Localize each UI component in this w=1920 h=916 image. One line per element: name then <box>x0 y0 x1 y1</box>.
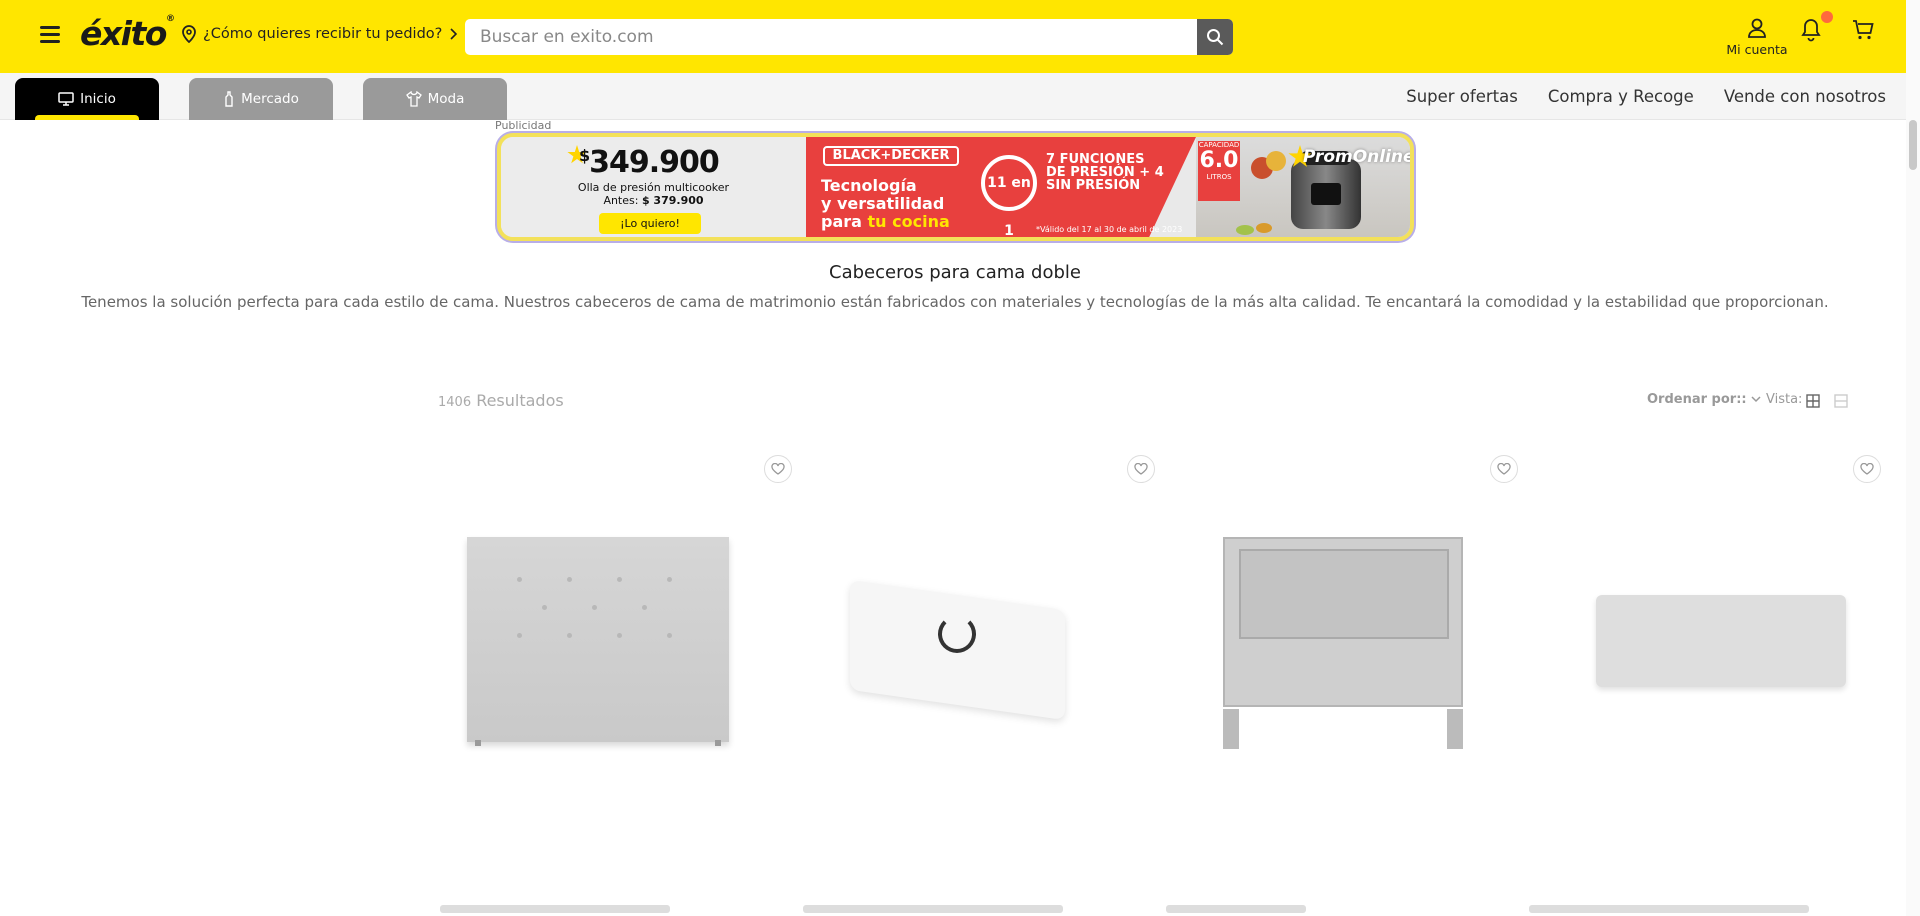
ad-price-panel: $349.900 Olla de presión multicooker Ant… <box>501 137 806 237</box>
headboard-image <box>467 537 729 746</box>
shirt-icon <box>405 91 422 107</box>
location-pin-icon <box>182 25 196 43</box>
menu-icon[interactable] <box>40 26 60 44</box>
favorite-heart-icon[interactable] <box>1853 455 1881 483</box>
product-name-placeholder <box>1529 905 1809 913</box>
notification-badge <box>1821 11 1833 23</box>
sort-dropdown[interactable]: Ordenar por:: <box>1647 392 1761 407</box>
link-compra-recoge[interactable]: Compra y Recoge <box>1548 87 1694 106</box>
ad-label: Publicidad <box>495 119 552 132</box>
product-name-placeholder <box>803 905 1063 913</box>
category-navbar: Inicio Mercado Moda Super ofertas Compra… <box>0 73 1906 120</box>
scrollbar-thumb[interactable] <box>1909 120 1917 170</box>
chevron-down-icon <box>1751 396 1761 403</box>
cart-icon <box>1853 20 1874 40</box>
ad-headline: Tecnología y versatilidad para tu cocina <box>821 176 950 231</box>
ad-product-name: Olla de presión multicooker <box>577 181 730 194</box>
favorite-heart-icon[interactable] <box>1490 455 1518 483</box>
search-bar <box>465 19 1233 55</box>
list-view-icon[interactable] <box>1834 393 1848 412</box>
search-icon <box>1207 29 1224 46</box>
top-header: éxito® ¿Cómo quieres recibir tu pedido? … <box>0 0 1906 73</box>
exito-logo[interactable]: éxito® <box>80 14 175 53</box>
link-vende-con-nosotros[interactable]: Vende con nosotros <box>1724 87 1886 106</box>
chevron-right-icon <box>450 28 458 40</box>
category-title: Cabeceros para cama doble <box>829 262 1081 283</box>
search-input[interactable] <box>480 19 1180 55</box>
search-button[interactable] <box>1197 19 1233 55</box>
ad-banner[interactable]: $349.900 Olla de presión multicooker Ant… <box>497 133 1414 241</box>
tab-mercado[interactable]: Mercado <box>189 78 333 120</box>
results-count: 1406 Resultados <box>438 391 564 410</box>
product-card[interactable] <box>1546 455 1891 785</box>
product-card[interactable] <box>820 455 1165 785</box>
pressure-cooker-image <box>1291 151 1361 229</box>
grid-view-icon[interactable] <box>1806 393 1820 412</box>
product-image[interactable] <box>820 495 1130 785</box>
product-image[interactable] <box>1183 495 1493 785</box>
tab-moda[interactable]: Moda <box>363 78 507 120</box>
tab-label: Moda <box>427 91 465 107</box>
sort-label: Ordenar por:: <box>1647 392 1747 407</box>
headboard-panel <box>1239 549 1449 639</box>
ad-price: $349.900 <box>579 145 720 180</box>
ad-capacity: CAPACIDAD 6.0 LITROS <box>1198 141 1240 201</box>
ad-promo-label: PromOnline <box>1303 147 1414 167</box>
bottle-icon <box>225 91 233 107</box>
loading-spinner-icon <box>938 615 976 653</box>
product-name-placeholder <box>440 905 670 913</box>
ad-cta-button[interactable]: ¡Lo quiero! <box>599 213 701 234</box>
ad-functions: 7 FUNCIONES DE PRESIÓN + 4 SIN PRESIÓN <box>1046 152 1164 193</box>
headboard-leg <box>1223 709 1239 749</box>
product-card[interactable] <box>457 455 802 785</box>
category-description: Tenemos la solución perfecta para cada e… <box>81 293 1829 311</box>
view-label: Vista: <box>1766 392 1803 407</box>
product-card[interactable] <box>1183 455 1528 785</box>
delivery-selector[interactable]: ¿Cómo quieres recibir tu pedido? <box>181 25 458 43</box>
tab-label: Mercado <box>241 91 299 107</box>
user-icon <box>1748 18 1766 38</box>
headboard-leg <box>1447 709 1463 749</box>
tab-label: Inicio <box>80 91 116 107</box>
link-super-ofertas[interactable]: Super ofertas <box>1406 87 1518 106</box>
account-button[interactable]: Mi cuenta <box>1720 17 1794 57</box>
nav-links: Super ofertas Compra y Recoge Vende con … <box>1406 87 1886 106</box>
fruit-image <box>1256 223 1272 233</box>
headboard-image <box>1596 595 1846 687</box>
ad-validity: *Válido del 17 al 30 de abril de 2023 <box>1036 225 1183 234</box>
logo-text: éxito <box>80 14 167 53</box>
cart-button[interactable] <box>1852 19 1874 45</box>
bell-icon <box>1801 19 1821 42</box>
product-image[interactable] <box>457 495 767 785</box>
notifications-button[interactable] <box>1800 18 1822 46</box>
monitor-icon <box>58 92 74 106</box>
ad-badge: 11 en 1 <box>981 155 1037 237</box>
ad-brand: BLACK+DECKER <box>823 146 959 166</box>
account-label: Mi cuenta <box>1726 42 1788 57</box>
favorite-heart-icon[interactable] <box>1127 455 1155 483</box>
headboard-image <box>1223 537 1463 749</box>
favorite-heart-icon[interactable] <box>764 455 792 483</box>
scrollbar[interactable] <box>1906 0 1920 916</box>
fruit-image <box>1236 225 1254 235</box>
ad-before-price: Antes: $ 379.900 <box>603 194 704 207</box>
tab-inicio[interactable]: Inicio <box>15 78 159 120</box>
product-name-placeholder <box>1166 905 1306 913</box>
delivery-label: ¿Cómo quieres recibir tu pedido? <box>203 26 443 42</box>
product-image[interactable] <box>1546 495 1856 785</box>
fruit-image <box>1266 151 1286 171</box>
